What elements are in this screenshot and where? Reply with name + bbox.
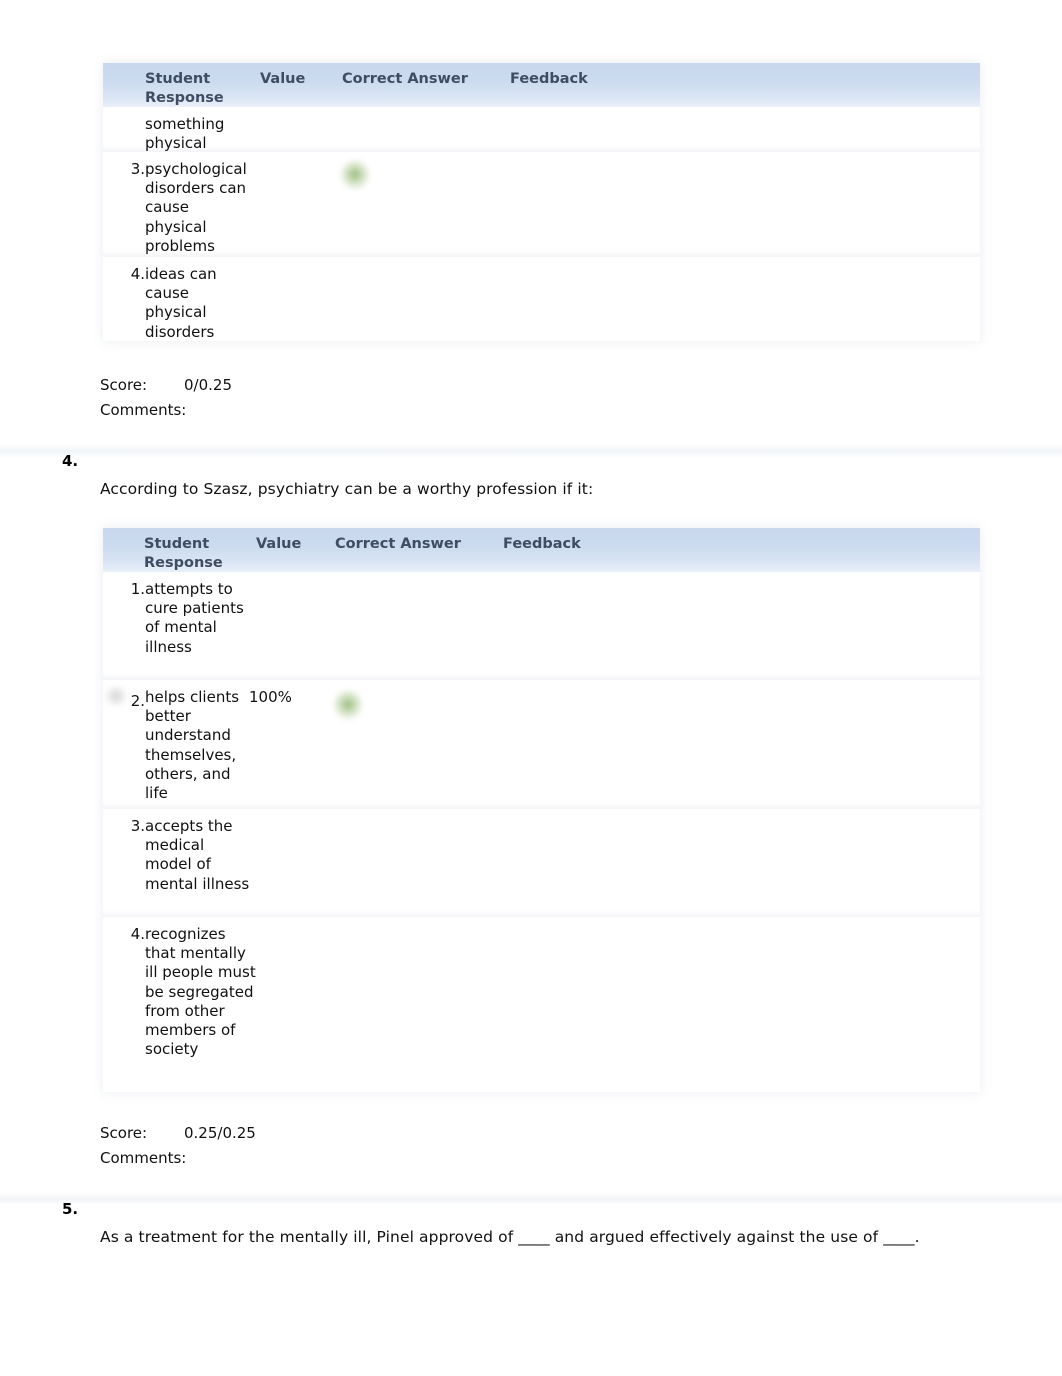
option-number: 3. (130, 160, 145, 178)
score-label: Score: (100, 1124, 148, 1142)
comments-line: Comments: (100, 1149, 186, 1167)
option-response-text: psychological disorders can cause physic… (145, 160, 247, 255)
option-number: 2. (130, 692, 145, 710)
table-row[interactable]: 2. helps clients better understand thems… (103, 680, 980, 809)
table-row[interactable]: 3. psychological disorders can cause phy… (103, 152, 980, 257)
answer-options-table-2: Student Response Value Correct Answer Fe… (103, 528, 980, 1092)
correct-answer-cell (336, 113, 376, 147)
correct-answer-cell (336, 815, 376, 849)
table-row[interactable]: 1. attempts to cure patients of mental i… (103, 572, 980, 680)
column-header-correct-answer: Correct Answer (335, 536, 461, 552)
column-header-feedback: Feedback (503, 536, 581, 552)
table-row[interactable]: 3. accepts the medical model of mental i… (103, 809, 980, 917)
column-header-value: Value (256, 536, 302, 552)
table-row[interactable]: 4. recognizes that mentally ill people m… (103, 917, 980, 1092)
comments-label: Comments: (100, 1149, 187, 1167)
score-line: Score: 0.25/0.25 (100, 1124, 256, 1142)
correct-answer-cell (336, 263, 376, 297)
correct-answer-cell (336, 158, 376, 192)
option-response-text: recognizes that mentally ill people must… (145, 925, 256, 1059)
correct-answer-cell (329, 688, 369, 722)
option-response-text: ideas can cause physical disorders (145, 265, 217, 341)
table-header-row: Student Response Value Correct Answer Fe… (103, 528, 980, 572)
option-number: 4. (130, 925, 145, 943)
section-divider (0, 444, 1062, 458)
column-header-correct-answer: Correct Answer (342, 71, 468, 87)
comments-label: Comments: (100, 401, 187, 419)
option-number: 3. (130, 817, 145, 835)
question-prompt: As a treatment for the mentally ill, Pin… (100, 1228, 920, 1246)
score-value: 0.25/0.25 (184, 1124, 256, 1142)
question-number: 5. (62, 1200, 79, 1218)
score-label: Score: (100, 376, 148, 394)
score-value: 0/0.25 (184, 376, 232, 394)
correct-answer-cell (336, 923, 376, 957)
option-number: 4. (130, 265, 145, 283)
option-number: 1. (130, 580, 145, 598)
column-header-student-response: Student Response (145, 71, 224, 106)
option-response-text: helps clients better understand themselv… (145, 688, 240, 803)
question-number: 4. (62, 452, 79, 470)
column-header-feedback: Feedback (510, 71, 588, 87)
table-row[interactable]: something physical (103, 107, 980, 152)
correct-answer-green-dot-icon (333, 690, 363, 720)
section-divider (0, 1192, 1062, 1206)
table-header-row: Student Response Value Correct Answer Fe… (103, 63, 980, 107)
question-prompt: According to Szasz, psychiatry can be a … (100, 480, 594, 498)
comments-line: Comments: (100, 401, 186, 419)
column-header-value: Value (260, 71, 306, 87)
option-value: 100% (249, 688, 292, 706)
correct-answer-green-dot-icon (340, 160, 370, 190)
correct-answer-cell (336, 578, 376, 612)
option-response-text: something physical (145, 115, 225, 153)
answer-options-table-1: Student Response Value Correct Answer Fe… (103, 63, 980, 341)
option-response-text: accepts the medical model of mental illn… (145, 817, 250, 893)
option-response-text: attempts to cure patients of mental illn… (145, 580, 244, 656)
table-row[interactable]: 4. ideas can cause physical disorders (103, 257, 980, 341)
score-line: Score: 0/0.25 (100, 376, 232, 394)
column-header-student-response: Student Response (144, 536, 223, 571)
